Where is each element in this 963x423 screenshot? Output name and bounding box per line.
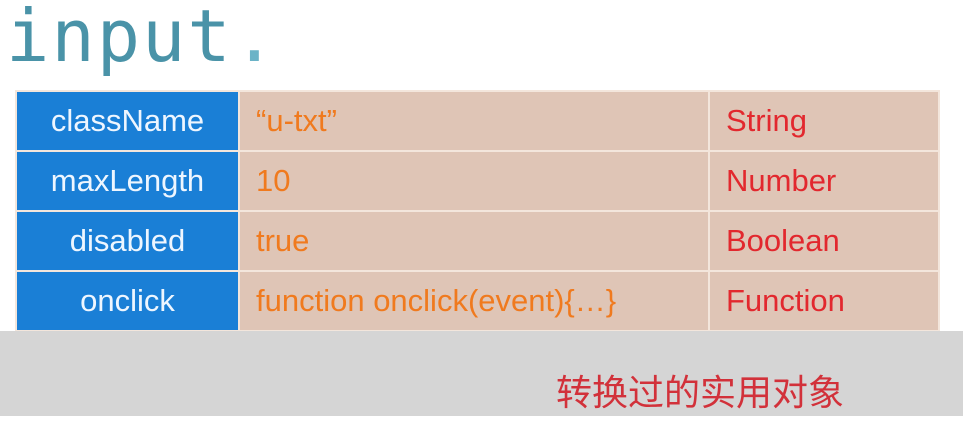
property-value: “u-txt” [238, 90, 710, 152]
property-value: function onclick(event){…} [238, 270, 710, 332]
property-value: 10 [238, 150, 710, 212]
property-type: Number [708, 150, 940, 212]
property-type: Function [708, 270, 940, 332]
property-table: className “u-txt” String maxLength 10 Nu… [15, 90, 940, 332]
property-name: maxLength [15, 150, 240, 212]
table-row: className “u-txt” String [15, 90, 940, 152]
caption-text: 转换过的实用对象 [556, 373, 845, 414]
table-row: disabled true Boolean [15, 210, 940, 272]
property-name: disabled [15, 210, 240, 272]
property-type: String [708, 90, 940, 152]
title-text: input [6, 0, 233, 78]
property-type: Boolean [708, 210, 940, 272]
property-value: true [238, 210, 710, 272]
table-row: onclick function onclick(event){…} Funct… [15, 270, 940, 332]
slide-title: input. [6, 0, 278, 78]
property-name: onclick [15, 270, 240, 332]
property-name: className [15, 90, 240, 152]
table-row: maxLength 10 Number [15, 150, 940, 212]
title-dot: . [232, 0, 279, 78]
